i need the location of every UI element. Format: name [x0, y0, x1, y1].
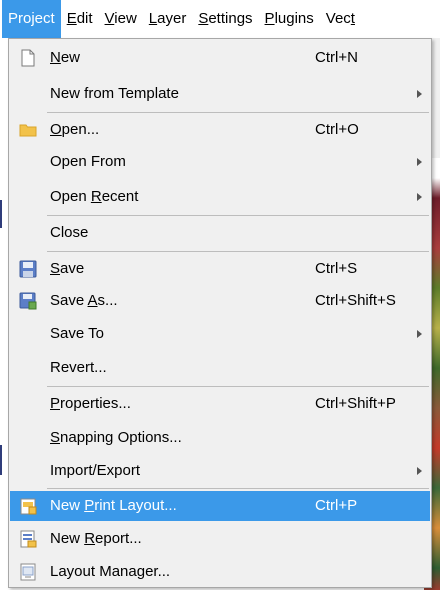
menu-item-shortcut: Ctrl+P — [315, 497, 358, 514]
menu-item-label-pre: New — [50, 530, 85, 547]
menu-item-label-pre: New — [50, 497, 85, 514]
menu-item-open[interactable]: Open... Ctrl+O — [10, 115, 430, 145]
menu-item-label-pre: Save — [50, 292, 88, 309]
menu-settings[interactable]: Settings — [192, 0, 258, 38]
menu-item-label: rint Layout... — [94, 497, 177, 514]
submenu-arrow-icon — [417, 158, 422, 166]
menu-item-mnemonic: P — [84, 497, 95, 514]
menu-item-save[interactable]: Save Ctrl+S — [10, 254, 430, 284]
menu-item-shortcut: Ctrl+Shift+P — [315, 395, 396, 412]
menu-plugins[interactable]: Plugins — [259, 0, 320, 38]
menu-layer[interactable]: Layer — [143, 0, 193, 38]
menu-item-shortcut: Ctrl+N — [315, 49, 358, 66]
menu-item-shortcut: Ctrl+O — [315, 121, 359, 138]
menu-view-label: iew — [114, 10, 137, 27]
menu-item-label: Revert... — [50, 359, 107, 376]
menu-item-label: ew — [60, 49, 81, 66]
menu-item-open-from[interactable]: Open From — [10, 147, 430, 177]
menu-edit-label: dit — [76, 10, 93, 27]
menu-edit[interactable]: Edit — [61, 0, 99, 38]
layout-manager-icon — [19, 563, 37, 581]
menu-item-label: New from Template — [50, 85, 179, 102]
menu-item-label: s... — [97, 292, 118, 309]
menu-separator — [47, 112, 429, 113]
menu-item-label: eport... — [95, 530, 142, 547]
menu-item-label: Save To — [50, 325, 104, 342]
menu-item-mnemonic: S — [50, 260, 61, 277]
menu-item-label-pre: Open — [50, 188, 91, 205]
menu-layer-mnemonic: L — [148, 10, 158, 27]
menu-item-save-to[interactable]: Save To — [10, 319, 430, 349]
open-folder-icon — [19, 121, 37, 139]
submenu-arrow-icon — [417, 467, 422, 475]
menu-item-label: Open From — [50, 153, 126, 170]
menu-separator — [47, 488, 429, 489]
submenu-arrow-icon — [417, 330, 422, 338]
menu-item-snapping-options[interactable]: Snapping Options... — [10, 423, 430, 453]
menu-item-save-as[interactable]: Save As... Ctrl+Shift+S — [10, 286, 430, 316]
menu-separator — [47, 251, 429, 252]
save-icon — [19, 260, 37, 278]
menu-settings-mnemonic: S — [198, 10, 209, 27]
menu-item-mnemonic: O — [50, 121, 62, 138]
menu-bar: Project Edit View Layer Settings Plugins… — [0, 0, 440, 38]
menu-item-mnemonic: R — [90, 188, 102, 205]
menu-item-label: roperties... — [60, 395, 131, 412]
menu-plugins-label: lugins — [274, 10, 314, 27]
menu-item-label: napping Options... — [60, 429, 182, 446]
left-edge-marker — [0, 200, 2, 228]
menu-item-properties[interactable]: Properties... Ctrl+Shift+P — [10, 389, 430, 419]
menu-item-layout-manager[interactable]: Layout Manager... — [10, 557, 430, 587]
menu-item-open-recent[interactable]: Open Recent — [10, 182, 430, 212]
menu-view-mnemonic: V — [104, 10, 115, 27]
menu-item-label: pen... — [61, 121, 100, 138]
menu-item-mnemonic: R — [84, 530, 96, 547]
menu-separator — [47, 386, 429, 387]
left-edge-marker — [0, 445, 2, 475]
menu-project-label: Project — [8, 10, 55, 27]
menu-item-new-print-layout[interactable]: New Print Layout... Ctrl+P — [10, 491, 430, 521]
menu-item-new[interactable]: New Ctrl+N — [10, 43, 430, 73]
new-file-icon — [19, 49, 37, 67]
submenu-arrow-icon — [417, 90, 422, 98]
print-layout-icon — [19, 497, 37, 515]
menu-item-label: Import/Export — [50, 462, 141, 479]
menu-edit-mnemonic: E — [66, 10, 77, 27]
menu-plugins-mnemonic: P — [264, 10, 275, 27]
menu-settings-label: ettings — [208, 10, 253, 27]
menu-vector-label: Vec — [325, 10, 351, 27]
submenu-arrow-icon — [417, 193, 422, 201]
menu-item-import-export[interactable]: Import/Export — [10, 456, 430, 486]
menu-project[interactable]: Project — [2, 0, 61, 38]
menu-item-mnemonic: A — [87, 292, 98, 309]
menu-layer-label: ayer — [157, 10, 187, 27]
menu-item-mnemonic: P — [50, 395, 61, 412]
menu-view[interactable]: View — [99, 0, 143, 38]
menu-item-label: Close — [50, 224, 89, 241]
menu-item-new-report[interactable]: New Report... — [10, 524, 430, 554]
project-menu-dropdown: New Ctrl+N New from Template Open... Ctr… — [8, 38, 432, 588]
menu-item-revert[interactable]: Revert... — [10, 353, 430, 383]
menu-item-shortcut: Ctrl+S — [315, 260, 358, 277]
menu-item-new-from-template[interactable]: New from Template — [10, 79, 430, 109]
menu-item-label: ecent — [101, 188, 139, 205]
menu-item-label: Layout Manager... — [50, 563, 171, 580]
menu-separator — [47, 215, 429, 216]
menu-item-mnemonic: S — [50, 429, 61, 446]
menu-item-label: ave — [60, 260, 85, 277]
menu-item-mnemonic: N — [50, 49, 61, 66]
menu-item-close[interactable]: Close — [10, 218, 430, 248]
save-as-icon — [19, 292, 37, 310]
menu-vector[interactable]: Vect — [320, 0, 361, 38]
menu-vector-mnemonic: t — [350, 10, 355, 27]
menu-item-shortcut: Ctrl+Shift+S — [315, 292, 396, 309]
report-icon — [19, 530, 37, 548]
